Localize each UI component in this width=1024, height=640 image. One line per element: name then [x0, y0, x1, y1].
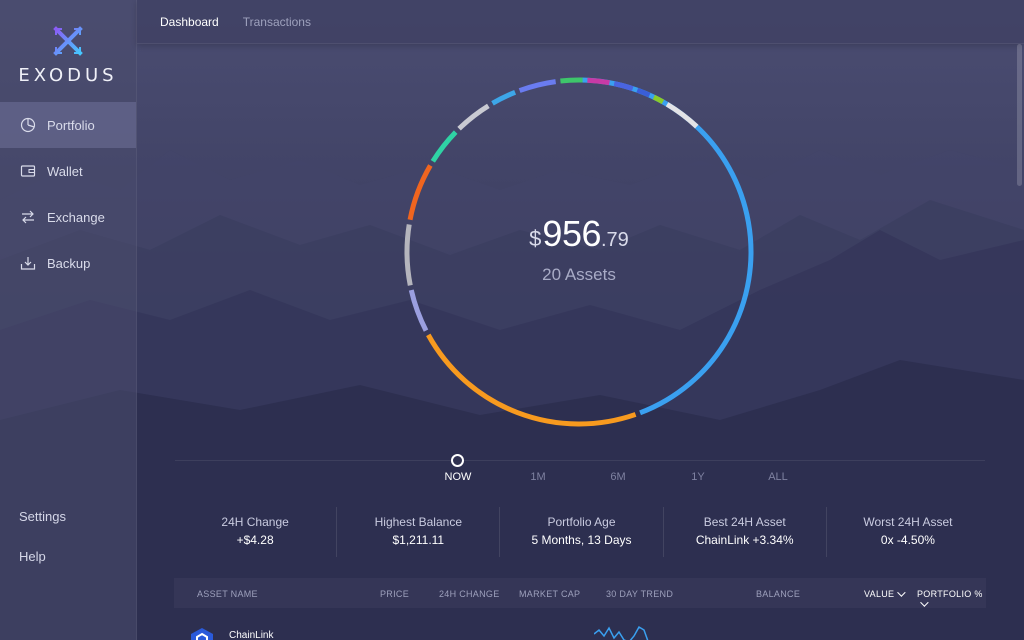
help-link[interactable]: Help [0, 537, 137, 577]
stat-portfolio-age: Portfolio Age 5 Months, 13 Days [500, 507, 664, 557]
portfolio-balance: $ 956 .79 [529, 213, 629, 255]
assets-count: 20 Assets [542, 265, 616, 284]
sidebar-item-label: Portfolio [47, 117, 95, 133]
stat-label: Highest Balance [374, 515, 462, 529]
balance-decimal: .79 [601, 229, 629, 251]
header-portfolio-pct-sort[interactable]: PORTFOLIO % [917, 589, 986, 609]
wallet-icon [19, 162, 37, 180]
chevron-down-icon [897, 588, 907, 597]
sidebar-item-wallet[interactable]: Wallet [0, 148, 136, 194]
chevron-down-icon [920, 598, 929, 607]
header-balance[interactable]: BALANCE [756, 589, 800, 599]
portfolio-summary: $ 956 .79 20 Assets [400, 73, 758, 431]
chainlink-hexagon-icon [191, 628, 213, 640]
stat-label: Worst 24H Asset [863, 515, 953, 529]
exodus-logo-icon [53, 26, 83, 56]
stat-best-24h-asset: Best 24H Asset ChainLink +3.34% [664, 507, 827, 557]
stat-24h-change: 24H Change +$4.28 [174, 507, 338, 557]
sidebar-item-exchange[interactable]: Exchange [0, 194, 136, 240]
brand-logo: EXODUS [0, 0, 136, 102]
timeline-1m[interactable]: 1M [530, 471, 545, 483]
main-content: Dashboard Transactions $ 956 .79 20 Asse… [137, 0, 1024, 640]
timeline-current-marker[interactable] [451, 454, 464, 467]
timeline-selector: NOW 1M 6M 1Y ALL [175, 454, 985, 500]
stat-label: Portfolio Age [547, 515, 616, 529]
stat-value: 5 Months, 13 Days [531, 533, 632, 547]
header-value-sort[interactable]: VALUE [864, 588, 907, 599]
asset-table-header: ASSET NAME PRICE 24H CHANGE MARKET CAP 3… [174, 578, 986, 608]
timeline-6m[interactable]: 6M [610, 471, 625, 483]
stat-label: 24H Change [221, 515, 289, 529]
sidebar-item-portfolio[interactable]: Portfolio [0, 102, 136, 148]
tab-dashboard[interactable]: Dashboard [160, 15, 219, 29]
header-value-label: VALUE [864, 589, 895, 599]
sidebar-bottom-links: Settings Help [0, 497, 137, 577]
pie-chart-icon [19, 116, 37, 134]
stats-strip: 24H Change +$4.28 Highest Balance $1,211… [174, 507, 989, 557]
balance-integer: 956 [542, 213, 601, 254]
currency-symbol: $ [529, 226, 542, 251]
header-30-day-trend: 30 DAY TREND [606, 589, 674, 599]
exchange-arrows-icon [19, 208, 37, 226]
header-market-cap[interactable]: MARKET CAP [519, 589, 580, 599]
backup-tray-icon [19, 254, 37, 272]
header-portfolio-pct-label: PORTFOLIO % [917, 589, 983, 599]
header-asset-name[interactable]: ASSET NAME [197, 589, 258, 599]
header-price[interactable]: PRICE [380, 589, 409, 599]
stat-worst-24h-asset: Worst 24H Asset 0x -4.50% [827, 507, 989, 557]
sidebar-item-label: Wallet [47, 163, 83, 179]
stat-highest-balance: Highest Balance $1,211.11 [337, 507, 501, 557]
timeline-now[interactable]: NOW [445, 471, 472, 483]
stat-value: ChainLink +3.34% [695, 533, 794, 547]
sidebar-item-label: Exchange [47, 209, 105, 225]
tab-transactions[interactable]: Transactions [243, 15, 311, 29]
trend-sparkline [594, 625, 649, 640]
table-row[interactable]: ChainLink [174, 616, 986, 640]
stat-label: Best 24H Asset [703, 515, 786, 529]
scrollbar-thumb[interactable] [1017, 44, 1022, 186]
stat-value: 0x -4.50% [880, 533, 935, 547]
portfolio-donut: $ 956 .79 20 Assets [400, 73, 758, 431]
asset-name: ChainLink [229, 630, 274, 640]
top-tab-bar: Dashboard Transactions [137, 0, 1024, 44]
settings-link[interactable]: Settings [0, 497, 137, 537]
timeline-1y[interactable]: 1Y [691, 471, 704, 483]
sidebar-item-label: Backup [47, 255, 91, 271]
brand-name: EXODUS [18, 65, 118, 86]
timeline-all[interactable]: ALL [768, 471, 788, 483]
header-24h-change[interactable]: 24H CHANGE [439, 589, 500, 599]
sidebar: EXODUS Portfolio Wallet Exchange Backup … [0, 0, 137, 640]
stat-value: $1,211.11 [392, 533, 445, 547]
stat-value: +$4.28 [236, 533, 274, 547]
sidebar-item-backup[interactable]: Backup [0, 240, 136, 286]
